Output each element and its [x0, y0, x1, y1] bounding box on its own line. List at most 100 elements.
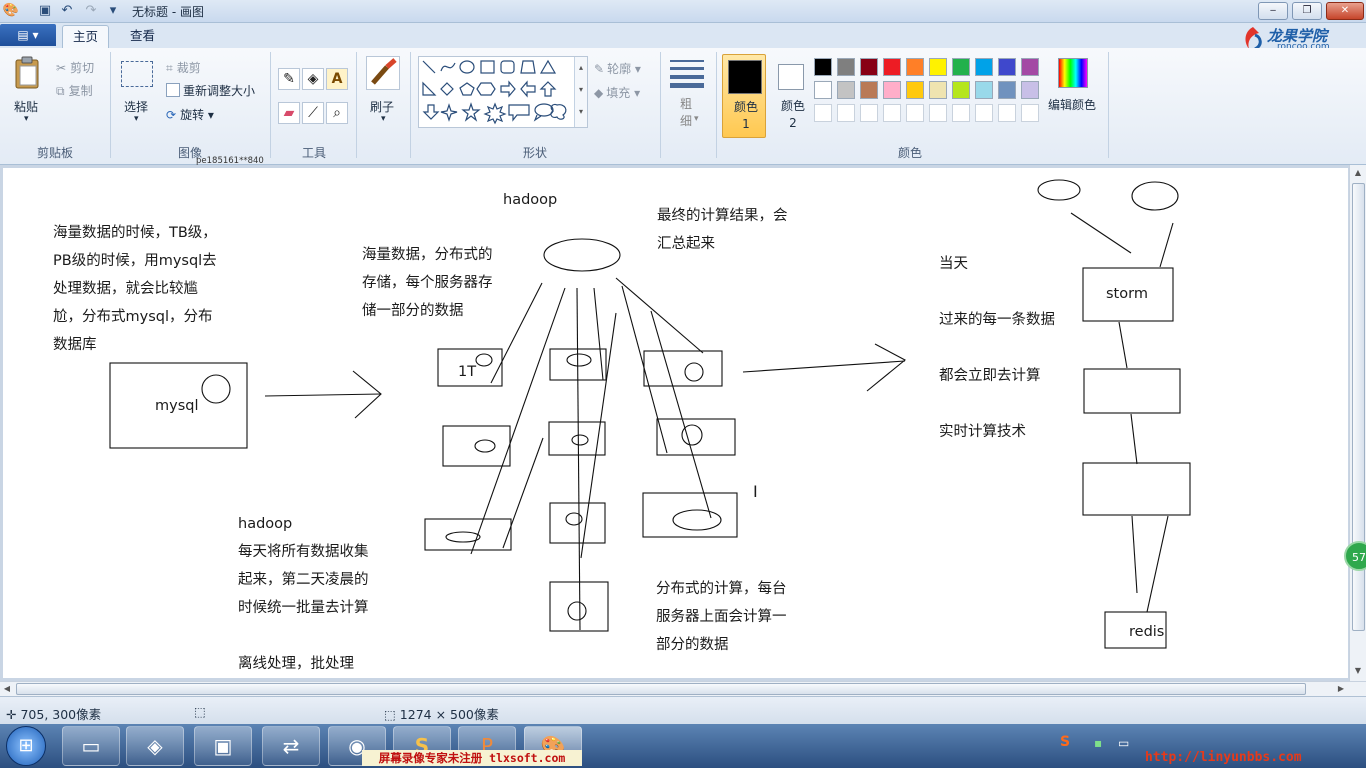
outline-icon: ✎: [594, 62, 605, 76]
paste-label: 粘贴: [14, 100, 39, 114]
edit-colors-label[interactable]: 编辑颜色: [1048, 96, 1096, 113]
line-size-icon[interactable]: [670, 58, 706, 88]
pencil-icon[interactable]: ✎: [278, 68, 300, 90]
customize-quick-access-icon[interactable]: ▾: [104, 2, 122, 20]
color-swatch[interactable]: [883, 81, 901, 99]
custom-color-slot[interactable]: [998, 104, 1016, 122]
vertical-scrollbar[interactable]: ▲ ▼: [1349, 165, 1366, 681]
size-dropdown-icon[interactable]: ▾: [694, 114, 699, 124]
storm-line: [1159, 222, 1174, 268]
color-swatch[interactable]: [837, 58, 855, 76]
color-swatch[interactable]: [975, 81, 993, 99]
tab-home[interactable]: 主页: [62, 25, 110, 48]
edit-colors-icon[interactable]: [1058, 58, 1088, 88]
shapes-gallery[interactable]: ▴ ▾ ▾: [418, 56, 588, 128]
taskbar-explorer[interactable]: ▭: [62, 726, 120, 766]
scroll-left-icon[interactable]: ◀: [0, 682, 14, 696]
paste-dropdown-icon[interactable]: ▾: [24, 114, 29, 124]
custom-color-slot[interactable]: [814, 104, 832, 122]
spout-ellipse: [1037, 179, 1081, 201]
magnifier-icon[interactable]: ⌕: [326, 102, 348, 124]
scroll-up-icon[interactable]: ▲: [1350, 165, 1366, 181]
select-icon[interactable]: [121, 61, 153, 87]
color-swatch[interactable]: [1021, 81, 1039, 99]
size-label[interactable]: 粗细: [680, 96, 694, 130]
select-dropdown-icon[interactable]: ▾: [134, 114, 139, 124]
color-swatch[interactable]: [860, 81, 878, 99]
windows-taskbar: ⊞ ▭ ◈ ▣ ⇄ ◉ S P 🎨 屏幕录像专家未注册 tlxsoft.com …: [0, 724, 1366, 768]
color-swatch[interactable]: [883, 58, 901, 76]
scroll-down-icon[interactable]: ▼: [1350, 663, 1366, 679]
group-separator: [110, 52, 111, 158]
resize-button[interactable]: 重新调整大小: [166, 82, 255, 99]
color-picker-icon[interactable]: ⟋: [302, 102, 324, 124]
color-swatch[interactable]: [906, 58, 924, 76]
cut-button[interactable]: ✂ 剪切: [56, 59, 94, 76]
fill-bucket-icon[interactable]: ◈: [302, 68, 324, 90]
color-swatch[interactable]: [906, 81, 924, 99]
paste-button[interactable]: [12, 56, 42, 90]
start-button[interactable]: ⊞: [6, 726, 46, 766]
color-swatch[interactable]: [952, 58, 970, 76]
select-label[interactable]: 选择: [124, 98, 148, 115]
color1-swatch: [728, 60, 762, 94]
side-badge[interactable]: 57: [1344, 541, 1366, 571]
custom-color-slot[interactable]: [975, 104, 993, 122]
custom-color-slot[interactable]: [837, 104, 855, 122]
restore-button[interactable]: ❐: [1292, 2, 1322, 20]
color-swatch[interactable]: [1021, 58, 1039, 76]
undo-icon[interactable]: ↶: [58, 2, 76, 20]
color-swatch[interactable]: [975, 58, 993, 76]
file-menu-button[interactable]: ▤ ▾: [0, 24, 56, 46]
color2-button[interactable]: 颜色 2: [770, 54, 810, 138]
arrow-storm-head: [866, 343, 906, 392]
custom-color-slot[interactable]: [883, 104, 901, 122]
shapes-scroll-icon[interactable]: ▴ ▾ ▾: [574, 57, 587, 127]
arrow-mysql-line: [264, 393, 382, 397]
outline-button[interactable]: ✎ 轮廓 ▾: [594, 60, 641, 77]
color-swatch[interactable]: [814, 58, 832, 76]
color-swatch[interactable]: [860, 58, 878, 76]
tab-view[interactable]: 查看: [120, 25, 165, 47]
color-swatch[interactable]: [814, 81, 832, 99]
color-swatch[interactable]: [837, 81, 855, 99]
group-separator: [660, 52, 661, 158]
custom-color-slot[interactable]: [906, 104, 924, 122]
drawing-canvas[interactable]: 海量数据的时候，TB级， PB级的时候，用mysql去 处理数据，就会比较尴 尬，分…: [3, 168, 1348, 678]
horizontal-scroll-thumb[interactable]: [16, 683, 1306, 695]
rotate-button[interactable]: ⟳ 旋转 ▾: [166, 106, 214, 123]
save-icon[interactable]: ▣: [36, 2, 54, 20]
color-swatch[interactable]: [998, 81, 1016, 99]
copy-button[interactable]: ⧉ 复制: [56, 82, 93, 99]
windows-logo-icon: ⊞: [18, 735, 34, 756]
horizontal-scrollbar[interactable]: ◀ ▶: [0, 681, 1366, 696]
color-swatch[interactable]: [952, 81, 970, 99]
network-icon[interactable]: ▪: [1094, 736, 1102, 750]
close-button[interactable]: ✕: [1326, 2, 1364, 20]
taskbar-app[interactable]: ⇄: [262, 726, 320, 766]
ribbon-tab-row: ▤ ▾ 主页 查看 龙果学院 roncoo.com: [0, 23, 1366, 52]
paint-app-icon[interactable]: 🎨: [2, 2, 20, 20]
monitor-icon[interactable]: ▭: [1118, 736, 1129, 750]
fill-button[interactable]: ◆ 填充 ▾: [594, 84, 640, 101]
custom-color-slot[interactable]: [860, 104, 878, 122]
brush-label[interactable]: 刷子: [370, 98, 394, 115]
text-tool-icon[interactable]: A: [326, 68, 348, 90]
color-swatch[interactable]: [929, 81, 947, 99]
eraser-icon[interactable]: ▰: [278, 102, 300, 124]
custom-color-slot[interactable]: [952, 104, 970, 122]
brush-dropdown-icon[interactable]: ▾: [381, 114, 386, 124]
brush-icon[interactable]: [366, 56, 400, 90]
color-swatch[interactable]: [998, 58, 1016, 76]
minimize-button[interactable]: ‒: [1258, 2, 1288, 20]
taskbar-app[interactable]: ▣: [194, 726, 252, 766]
custom-color-slot[interactable]: [1021, 104, 1039, 122]
sogou-icon[interactable]: S: [1060, 734, 1070, 750]
color1-button[interactable]: 颜色 1: [722, 54, 766, 138]
color-swatch[interactable]: [929, 58, 947, 76]
custom-color-slot[interactable]: [929, 104, 947, 122]
redo-icon[interactable]: ↷: [82, 2, 100, 20]
scroll-right-icon[interactable]: ▶: [1334, 682, 1348, 696]
taskbar-virtualbox[interactable]: ◈: [126, 726, 184, 766]
crop-button[interactable]: ⌗ 裁剪: [166, 59, 201, 76]
